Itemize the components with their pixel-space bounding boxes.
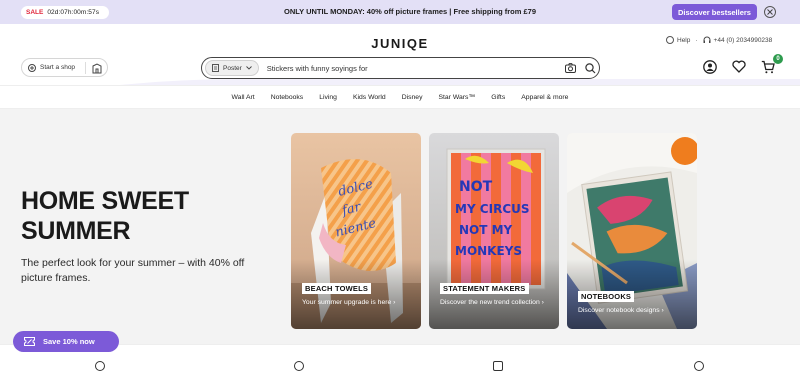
category-card-statement-makers[interactable]: NOT MY CIRCUS NOT MY MONKEYS STATEMENT M… — [429, 133, 559, 329]
hero-title: HOME SWEET SUMMER — [21, 187, 189, 245]
sale-label: SALE — [21, 9, 48, 16]
nav-item-notebooks[interactable]: Notebooks — [263, 86, 312, 110]
camera-icon[interactable] — [565, 63, 576, 73]
separator-dot: · — [695, 36, 698, 44]
start-shop-button[interactable]: Start a shop — [21, 58, 108, 77]
hero-banner: HOME SWEET SUMMER The perfect look for y… — [0, 109, 800, 344]
card-overlay — [429, 259, 559, 329]
headset-icon — [703, 36, 711, 43]
promo-message: ONLY UNTIL MONDAY: 40% off picture frame… — [283, 7, 536, 16]
nav-item-apparel[interactable]: Apparel & more — [513, 86, 576, 110]
nav-item-star-wars[interactable]: Star Wars™ — [430, 86, 483, 110]
benefit-icon-3 — [493, 361, 503, 371]
phone-number[interactable]: +44 (0) 2034990238 — [714, 37, 773, 44]
help-link[interactable]: Help — [677, 37, 690, 44]
poster-icon — [212, 64, 219, 72]
card-tag: STATEMENT MAKERS — [440, 283, 529, 294]
help-contact: Help · +44 (0) 2034990238 — [666, 36, 772, 44]
card-desc[interactable]: Your summer upgrade is here › — [302, 298, 417, 307]
discover-bestsellers-button[interactable]: Discover bestsellers — [672, 4, 757, 20]
heart-icon[interactable] — [732, 60, 746, 73]
benefit-icon-1 — [95, 361, 105, 371]
search-bar: Poster — [201, 57, 600, 79]
poster-text-4: MONKEYS — [455, 244, 522, 258]
save-button-label: Save 10% now — [43, 337, 95, 346]
nav-item-disney[interactable]: Disney — [394, 86, 431, 110]
ticket-icon — [24, 337, 35, 346]
cart-icon[interactable] — [761, 60, 775, 74]
card-overlay — [291, 259, 421, 329]
chevron-down-icon — [245, 66, 252, 70]
search-icon[interactable] — [585, 63, 596, 74]
category-card-notebooks[interactable]: NOTEBOOKS Discover notebook designs › — [567, 133, 697, 329]
nav-item-wall-art[interactable]: Wall Art — [224, 86, 263, 110]
close-icon — [767, 9, 773, 15]
benefits-strip — [0, 344, 800, 371]
cart-count-badge: 0 — [773, 54, 783, 64]
search-input[interactable] — [266, 63, 557, 73]
benefit-icon-4 — [694, 361, 704, 371]
account-icon[interactable] — [703, 60, 717, 74]
main-nav: Wall Art Notebooks Living Kids World Dis… — [0, 85, 800, 109]
start-shop-label: Start a shop — [40, 64, 76, 71]
benefit-icon-2 — [294, 361, 304, 371]
site-header: JUNIQE Help · +44 (0) 2034990238 Start a… — [0, 24, 800, 85]
plus-circle-icon — [28, 63, 36, 72]
promo-bar: SALE 02d:07h:00m:57s ONLY UNTIL MONDAY: … — [0, 0, 800, 24]
save-10-percent-button[interactable]: Save 10% now — [13, 331, 119, 352]
nav-item-kids-world[interactable]: Kids World — [345, 86, 394, 110]
card-tag: NOTEBOOKS — [578, 291, 635, 302]
poster-text-1: NOT — [459, 179, 493, 195]
card-desc[interactable]: Discover the new trend collection › — [440, 298, 555, 307]
close-promo-button[interactable] — [764, 6, 776, 18]
poster-text-2: MY CIRCUS — [455, 202, 530, 216]
search-category-select[interactable]: Poster — [205, 60, 259, 76]
divider — [85, 62, 86, 74]
card-desc[interactable]: Discover notebook designs › — [578, 306, 693, 315]
nav-item-gifts[interactable]: Gifts — [483, 86, 513, 110]
card-tag: BEACH TOWELS — [302, 283, 372, 294]
site-logo[interactable]: JUNIQE — [360, 36, 440, 51]
sale-countdown: SALE 02d:07h:00m:57s — [21, 6, 109, 19]
countdown-timer: 02d:07h:00m:57s — [47, 9, 100, 16]
poster-text-3: NOT MY — [459, 223, 513, 237]
help-icon — [666, 36, 674, 44]
storefront-icon[interactable] — [92, 63, 102, 74]
nav-item-living[interactable]: Living — [311, 86, 345, 110]
hero-subtitle: The perfect look for your summer – with … — [21, 257, 245, 284]
category-card-beach-towels[interactable]: dolce far niente BEACH TOWELS Your summe… — [291, 133, 421, 329]
search-category-label: Poster — [223, 64, 242, 72]
